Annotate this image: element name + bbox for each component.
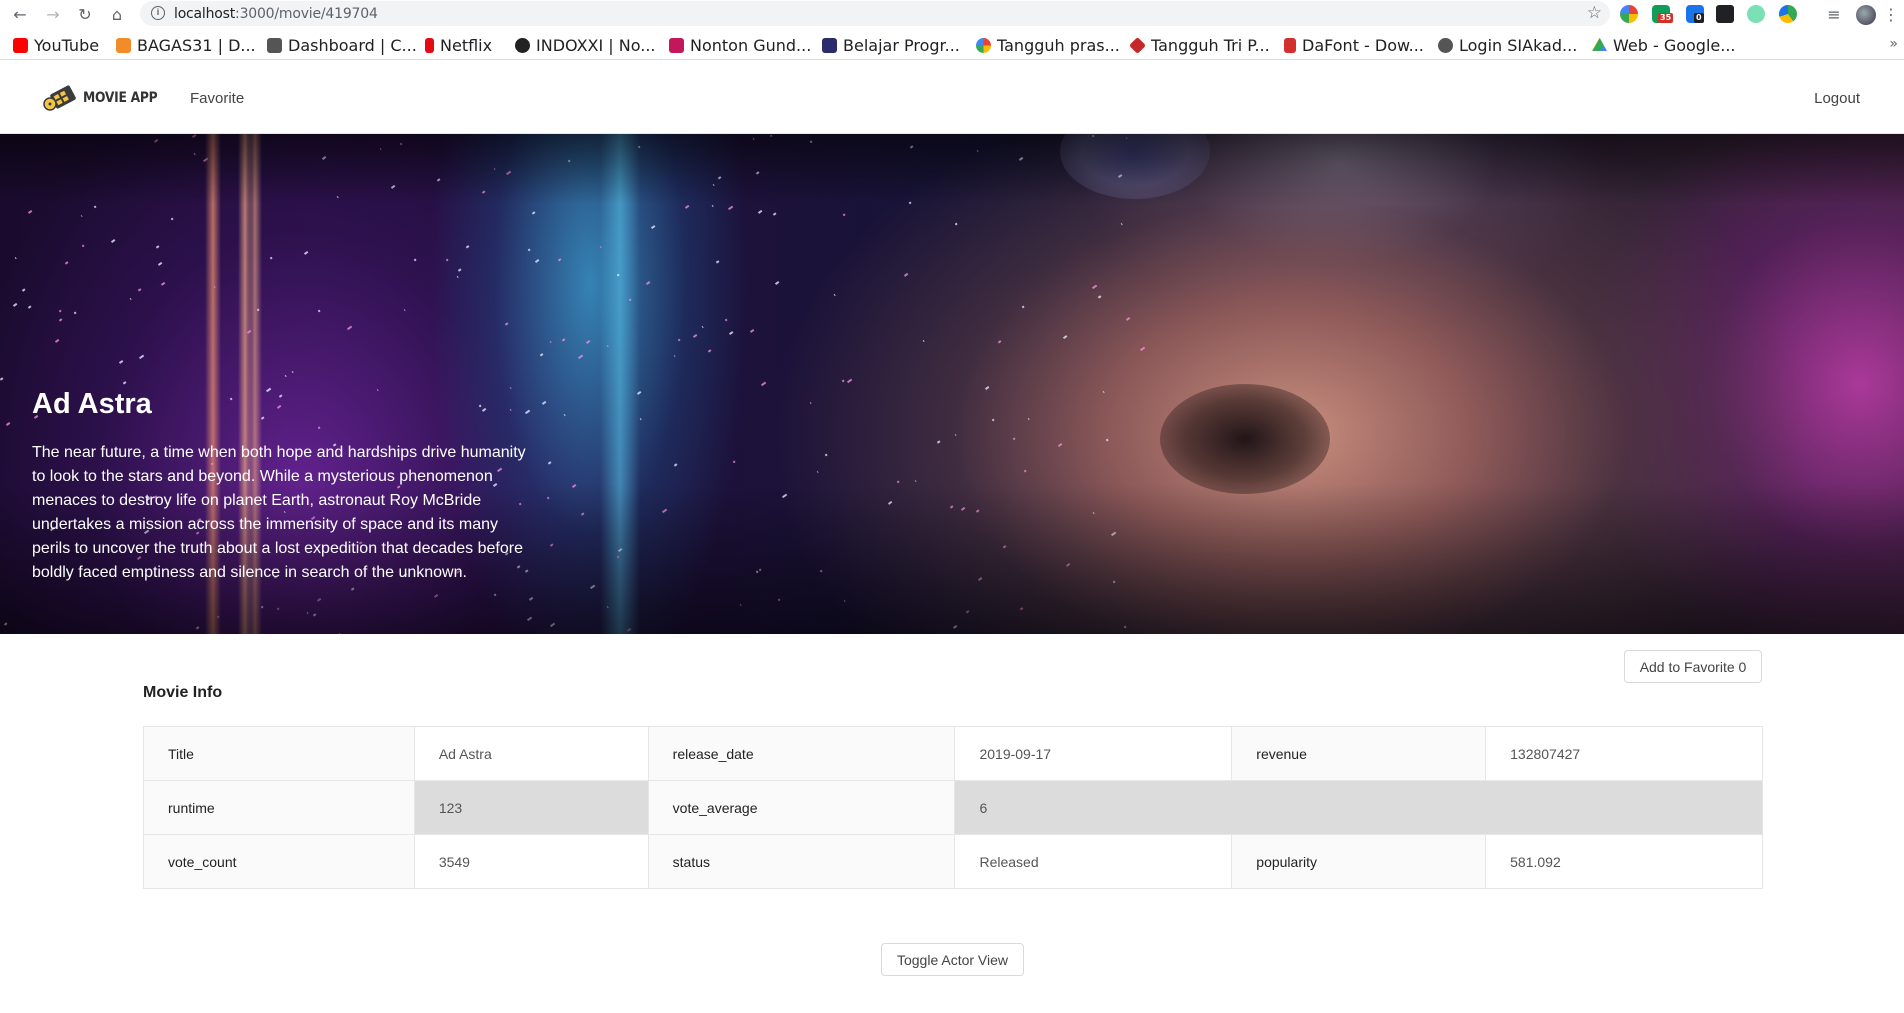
- bookmark-label: Netflix: [440, 35, 493, 55]
- bookmarks-bar: YouTube BAGAS31 | D... Dashboard | C... …: [0, 30, 1904, 60]
- tangguh-pras-icon: [976, 37, 991, 53]
- bookmark-label: Nonton Gund...: [690, 35, 812, 55]
- menu-dots-icon[interactable]: ⋮: [1880, 3, 1902, 25]
- bookmark-dafont[interactable]: DaFont - Dow...: [1284, 35, 1424, 55]
- url-text[interactable]: localhost:3000/movie/419704: [174, 6, 378, 22]
- movie-info-table: Title Ad Astra release_date 2019-09-17 r…: [143, 726, 1763, 889]
- bookmark-netflix[interactable]: Netflix: [425, 35, 492, 55]
- info-value: 3549: [413, 834, 649, 889]
- info-value: 581.092: [1485, 834, 1763, 889]
- nav-favorite-link[interactable]: Favorite: [190, 90, 244, 107]
- bookmark-star-icon[interactable]: ☆: [1587, 3, 1602, 23]
- bookmark-youtube[interactable]: YouTube: [13, 35, 99, 55]
- address-bar[interactable]: i localhost:3000/movie/419704 ☆: [140, 1, 1610, 26]
- movie-title: Ad Astra: [32, 388, 152, 420]
- extension-feather-icon[interactable]: [1716, 5, 1734, 23]
- extension-globe-icon[interactable]: [1779, 5, 1797, 23]
- movie-info-heading: Movie Info: [143, 684, 223, 701]
- bookmark-google-drive[interactable]: Web - Google...: [1592, 35, 1736, 55]
- url-host: localhost: [174, 6, 236, 22]
- bookmark-belajar[interactable]: Belajar Progr...: [822, 35, 960, 55]
- info-value: 6: [954, 780, 1763, 835]
- movie-overview: The near future, a time when both hope a…: [32, 444, 526, 581]
- info-value: 123: [413, 780, 649, 835]
- tangguh-tri-icon: [1129, 36, 1146, 54]
- google-drive-icon: [1592, 37, 1607, 51]
- info-label: release_date: [647, 726, 956, 781]
- home-icon[interactable]: ⌂: [106, 3, 128, 25]
- browser-toolbar: ← → ↻ ⌂ i localhost:3000/movie/419704 ☆ …: [0, 0, 1904, 27]
- table-row: vote_count 3549 status Released populari…: [143, 834, 1763, 889]
- bookmark-label: Belajar Progr...: [843, 35, 960, 55]
- info-label: popularity: [1231, 834, 1487, 889]
- app-logo[interactable]: MOVIE APP: [43, 83, 168, 113]
- table-row: runtime 123 vote_average 6: [143, 780, 1763, 835]
- info-label: status: [647, 834, 956, 889]
- site-info-icon[interactable]: i: [151, 6, 165, 20]
- bookmark-siakad[interactable]: Login SIAkad...: [1438, 35, 1577, 55]
- bookmark-dashboard[interactable]: Dashboard | C...: [267, 35, 417, 55]
- bookmark-nonton-gundam[interactable]: Nonton Gund...: [669, 35, 811, 55]
- extension-badge-zero: 0: [1694, 13, 1704, 23]
- extension-circle-icon[interactable]: [1747, 5, 1765, 23]
- dafont-icon: [1284, 37, 1296, 53]
- nav-logout-link[interactable]: Logout: [1814, 90, 1860, 107]
- forward-arrow-icon[interactable]: →: [42, 3, 64, 25]
- bookmark-bagas31[interactable]: BAGAS31 | D...: [116, 35, 256, 55]
- toggle-actor-view-button[interactable]: Toggle Actor View: [881, 943, 1024, 976]
- bookmark-tangguh-tri[interactable]: Tangguh Tri P...: [1129, 35, 1270, 55]
- bookmark-label: Web - Google...: [1613, 35, 1736, 55]
- url-path: :3000/movie/419704: [235, 6, 378, 22]
- add-to-favorite-button[interactable]: Add to Favorite 0: [1624, 650, 1762, 683]
- app-navbar: MOVIE APP Favorite Logout: [0, 62, 1904, 134]
- info-value: 2019-09-17: [954, 726, 1233, 781]
- back-arrow-icon[interactable]: ←: [9, 3, 31, 25]
- dashboard-icon: [267, 37, 282, 53]
- bookmark-label: BAGAS31 | D...: [137, 35, 256, 55]
- bookmark-label: Dashboard | C...: [288, 35, 417, 55]
- netflix-icon: [425, 37, 434, 53]
- extension-badge-count: 35: [1658, 13, 1674, 23]
- table-row: Title Ad Astra release_date 2019-09-17 r…: [143, 726, 1763, 781]
- info-label: runtime: [143, 780, 415, 835]
- belajar-icon: [822, 37, 837, 53]
- info-value: Released: [954, 834, 1233, 889]
- bookmark-indoxxi[interactable]: INDOXXI | No...: [515, 35, 656, 55]
- nonton-icon: [669, 37, 684, 53]
- bookmark-label: YouTube: [34, 35, 100, 55]
- bagas31-icon: [116, 37, 131, 53]
- indoxxi-icon: [515, 37, 530, 53]
- bookmark-label: INDOXXI | No...: [536, 35, 656, 55]
- bookmark-label: Tangguh Tri P...: [1151, 35, 1270, 55]
- bookmarks-overflow-icon[interactable]: »: [1889, 36, 1898, 52]
- info-label: revenue: [1231, 726, 1487, 781]
- profile-avatar[interactable]: [1856, 5, 1876, 25]
- bookmark-tangguh-pras[interactable]: Tangguh pras...: [976, 35, 1120, 55]
- info-label: vote_average: [647, 780, 956, 835]
- info-label: Title: [143, 726, 415, 781]
- film-reel-icon: [43, 85, 76, 111]
- youtube-icon: [13, 37, 28, 53]
- info-label: vote_count: [143, 834, 415, 889]
- reading-list-icon[interactable]: ≡: [1823, 3, 1845, 25]
- bookmark-label: Tangguh pras...: [997, 35, 1120, 55]
- movie-hero-banner: Ad Astra The near future, a time when bo…: [0, 134, 1904, 634]
- info-value: Ad Astra: [413, 726, 649, 781]
- reload-icon[interactable]: ↻: [74, 3, 96, 25]
- extension-color-icon[interactable]: [1620, 5, 1638, 23]
- info-value: 132807427: [1485, 726, 1763, 781]
- bookmark-label: DaFont - Dow...: [1302, 35, 1424, 55]
- siakad-icon: [1438, 37, 1453, 53]
- bookmark-label: Login SIAkad...: [1459, 35, 1578, 55]
- logo-text: MOVIE APP: [83, 90, 158, 106]
